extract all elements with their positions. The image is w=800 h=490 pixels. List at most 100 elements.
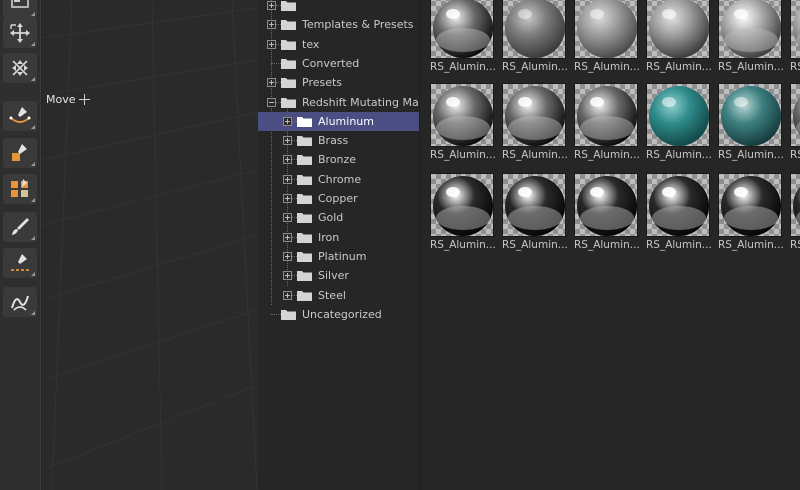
expand-icon[interactable] [283, 232, 292, 242]
sphere-highlight [446, 9, 460, 19]
tree-item[interactable]: Bronze [258, 150, 419, 169]
tree-item-label: Platinum [318, 249, 367, 263]
material-tile[interactable]: RS_Alumin... [790, 83, 800, 161]
material-caption: RS_Alumin... [646, 61, 712, 73]
material-tile[interactable]: RS_Alumin... [718, 0, 784, 73]
material-preview [646, 173, 710, 237]
material-preview [718, 173, 782, 237]
sphere-highlight [590, 187, 604, 197]
material-preview [790, 0, 800, 59]
tree-item[interactable]: Brass [258, 131, 419, 150]
material-preview [502, 173, 566, 237]
material-preview [646, 0, 710, 59]
folder-icon [297, 290, 312, 301]
spline-pen-tool-button[interactable] [3, 101, 37, 131]
expand-icon[interactable] [283, 136, 292, 146]
tree-item[interactable]: Silver [258, 266, 419, 285]
expand-icon[interactable] [283, 194, 292, 203]
material-tile[interactable]: RS_Alumin... [430, 0, 496, 73]
tree-item[interactable]: Gold [258, 208, 419, 227]
material-caption: RS_Alumin... [574, 61, 640, 73]
expand-icon[interactable] [283, 116, 292, 126]
tree-item-label: Brass [318, 134, 349, 148]
folder-icon [281, 39, 296, 50]
tree-item[interactable]: Uncategorized [258, 305, 419, 324]
sketch-tool-button[interactable] [3, 287, 37, 317]
material-tile[interactable]: RS_Alumin... [718, 83, 784, 161]
material-caption: RS_Alumin... [718, 239, 784, 251]
material-tile[interactable]: RS_Alumin... [646, 0, 712, 73]
folder-icon [281, 19, 296, 31]
sphere-reflection [508, 116, 562, 140]
material-tile[interactable]: RS_Alumin... [646, 173, 712, 251]
brush-tool-button[interactable] [3, 212, 37, 242]
expand-icon[interactable] [283, 155, 292, 165]
expand-icon[interactable] [267, 20, 276, 30]
viewport[interactable]: Move [42, 0, 258, 490]
material-caption: RS_Alumin... [430, 149, 496, 161]
tree-item[interactable]: Iron [258, 228, 419, 247]
expand-icon[interactable] [267, 1, 276, 10]
expand-icon[interactable] [267, 78, 276, 88]
scale-tool-button[interactable] [3, 53, 37, 83]
material-caption: RS_Alumin... [646, 149, 712, 161]
material-tile[interactable]: RS_Alumin... [430, 173, 496, 251]
tree-item-label: Templates & Presets [302, 18, 414, 32]
folder-icon [297, 193, 312, 204]
tree-item[interactable]: Copper [258, 189, 419, 208]
material-tile[interactable]: RS_Alumin... [574, 83, 640, 161]
tree-item[interactable]: Chrome [258, 170, 419, 189]
material-tile[interactable]: RS_Alumin... [430, 83, 496, 161]
cloner-tool-button[interactable] [3, 174, 37, 204]
tree-item[interactable] [258, 0, 419, 15]
material-tile[interactable]: RS_Alumin... [718, 173, 784, 251]
tree-item[interactable]: Templates & Presets [258, 15, 419, 34]
material-tile[interactable]: RS_Alumin... [790, 173, 800, 251]
tree-item-label: Bronze [318, 153, 357, 167]
material-tile[interactable]: RS_Alumin... [574, 0, 640, 73]
collapse-icon[interactable] [267, 97, 276, 107]
material-tile[interactable]: RS_Alumin... [574, 173, 640, 251]
material-preview [790, 173, 800, 237]
sphere-highlight [662, 97, 676, 107]
material-preview [502, 83, 566, 147]
material-tile[interactable]: RS_Alumin... [646, 83, 712, 161]
move-cross-icon [78, 94, 90, 105]
sphere-highlight [734, 9, 748, 19]
tree-item[interactable]: Presets [258, 73, 419, 92]
expand-icon[interactable] [283, 213, 292, 223]
top-tool-button[interactable] [3, 0, 37, 18]
folder-icon [297, 174, 312, 185]
material-tile[interactable]: RS_Alumin... [502, 83, 568, 161]
tree-item[interactable]: Steel [258, 286, 419, 305]
expand-icon[interactable] [283, 271, 292, 281]
tree-guide-line [271, 313, 281, 315]
expand-icon[interactable] [283, 174, 292, 184]
tree-item[interactable]: Converted [258, 54, 419, 73]
squiggle-icon [11, 295, 29, 311]
object-pen-tool-button[interactable] [3, 138, 37, 168]
move-arrows-icon [10, 23, 30, 43]
material-preview [718, 83, 782, 147]
expand-icon[interactable] [283, 251, 292, 261]
material-caption: RS_Alumin... [502, 239, 568, 251]
cubes-icon [11, 179, 28, 197]
material-sphere [793, 8, 800, 48]
expand-icon[interactable] [267, 39, 276, 49]
tree-item[interactable]: Redshift Mutating Materials [258, 93, 419, 112]
move-tool-button[interactable] [3, 18, 37, 48]
tree-item[interactable]: Platinum [258, 247, 419, 266]
expand-icon[interactable] [283, 290, 292, 300]
knife-tool-button[interactable] [3, 248, 37, 278]
tree-item-label: Presets [302, 76, 343, 90]
tree-item[interactable]: tex [258, 35, 419, 54]
tree-item[interactable]: Aluminum [258, 111, 419, 131]
material-caption: RS_Alumin... [790, 149, 800, 161]
material-sphere [505, 0, 565, 58]
sphere-reflection [580, 116, 634, 140]
material-preview [790, 83, 800, 147]
material-tile[interactable]: RS_Alumin... [502, 0, 568, 73]
material-tile[interactable]: RS_Alumin... [790, 0, 800, 73]
material-tile[interactable]: RS_Alumin... [502, 173, 568, 251]
material-caption: RS_Alumin... [790, 61, 800, 73]
